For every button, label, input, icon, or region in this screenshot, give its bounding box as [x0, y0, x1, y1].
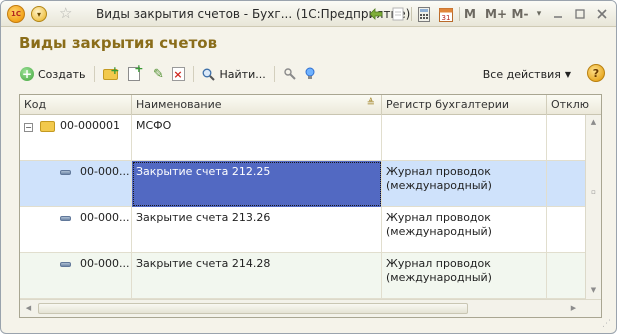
history-back-icon[interactable]: [367, 5, 385, 23]
table-row[interactable]: 00-000... Закрытие счета 212.25 Журнал п…: [20, 161, 585, 207]
svg-text:31: 31: [442, 14, 451, 22]
calendar-icon[interactable]: 31: [437, 5, 455, 23]
all-actions-label: Все действия: [482, 67, 561, 81]
column-header-register[interactable]: Регистр бухгалтерии: [382, 95, 547, 115]
all-actions-menu[interactable]: Все действия ▼: [483, 62, 571, 86]
memory-m-plus-button[interactable]: M+: [485, 5, 507, 23]
column-header-name[interactable]: Наименование ≜: [132, 95, 382, 115]
create-group-button[interactable]: [100, 64, 121, 84]
cell-name: Закрытие счета 212.25: [132, 161, 382, 207]
cell-register: [382, 115, 547, 161]
tools-icon: [283, 67, 297, 81]
main-menu-icon[interactable]: ▾: [31, 6, 47, 22]
create-button-label: Создать: [38, 67, 86, 81]
app-window: 1С ▾ ☆ Виды закрытия счетов - Бухг... (1…: [0, 0, 617, 334]
cell-code: 00-000...: [20, 253, 132, 299]
column-header-code[interactable]: Код: [20, 95, 132, 115]
collapse-toggle-icon[interactable]: −: [24, 123, 33, 132]
cell-name: Закрытие счета 214.28: [132, 253, 382, 299]
delete-button[interactable]: ×: [169, 64, 188, 84]
help-icon[interactable]: ?: [587, 64, 605, 82]
favorites-star-icon[interactable]: ☆: [59, 4, 72, 22]
find-button-label: Найти...: [219, 67, 266, 81]
lightbulb-icon: [303, 67, 317, 81]
cell-name: МСФО: [132, 115, 382, 161]
vertical-scrollbar[interactable]: ▲ ▫ ▼: [585, 115, 601, 299]
scroll-up-icon[interactable]: ▲: [588, 117, 599, 128]
add-folder-icon: [102, 64, 120, 80]
table-header: Код Наименование ≜ Регистр бухгалтерии О…: [20, 95, 601, 115]
cell-name: Закрытие счета 213.26: [132, 207, 382, 253]
column-header-disabled[interactable]: Отклю: [547, 95, 601, 115]
column-header-name-label: Наименование: [136, 98, 222, 111]
cell-disabled: [547, 161, 585, 207]
cell-disabled: [547, 253, 585, 299]
toolbar-separator: [273, 66, 275, 82]
create-button[interactable]: + Создать: [17, 64, 89, 84]
chevron-down-icon: ▼: [564, 69, 571, 79]
app-logo-icon[interactable]: 1С: [7, 5, 25, 23]
hint-button[interactable]: [300, 64, 320, 84]
more-dropdown-icon[interactable]: ▾: [533, 5, 545, 23]
folder-icon: [40, 121, 55, 132]
plus-circle-icon: +: [20, 67, 34, 81]
find-button[interactable]: Найти...: [199, 64, 269, 84]
row-code: 00-000001: [60, 119, 120, 132]
catalog-item-icon: [60, 216, 71, 221]
title-bar: 1С ▾ ☆ Виды закрытия счетов - Бухг... (1…: [1, 1, 616, 27]
delete-icon: ×: [171, 67, 185, 81]
search-settings-button[interactable]: [280, 64, 300, 84]
horizontal-scrollbar[interactable]: ◀ ▶: [20, 299, 601, 317]
search-icon: [202, 67, 216, 81]
memory-m-minus-button[interactable]: M-: [511, 5, 529, 23]
cell-register: Журнал проводок (международный): [382, 161, 547, 207]
accounts-closing-table[interactable]: Код Наименование ≜ Регистр бухгалтерии О…: [19, 94, 602, 318]
cell-code: 00-000...: [20, 161, 132, 207]
memory-m-button[interactable]: M: [463, 5, 477, 23]
scroll-down-icon[interactable]: ▼: [588, 285, 599, 296]
copy-icon: [127, 62, 144, 81]
cell-register: Журнал проводок (международный): [382, 253, 547, 299]
cell-disabled: [547, 115, 585, 161]
horizontal-scroll-thumb[interactable]: [38, 303, 468, 314]
sort-ascending-icon: ≜: [366, 98, 375, 109]
table-row[interactable]: − 00-000001 МСФО: [20, 115, 585, 161]
table-row[interactable]: 00-000... Закрытие счета 214.28 Журнал п…: [20, 253, 585, 299]
toolbar-separator: [93, 66, 95, 82]
window-title: Виды закрытия счетов - Бухг... (1С:Предп…: [96, 7, 411, 21]
row-code: 00-000...: [80, 165, 130, 178]
close-icon[interactable]: [593, 5, 611, 23]
toolbar-separator: [411, 7, 412, 21]
doc-icon[interactable]: [389, 5, 407, 23]
table-row[interactable]: 00-000... Закрытие счета 213.26 Журнал п…: [20, 207, 585, 253]
catalog-item-icon: [60, 262, 71, 267]
cell-code: 00-000...: [20, 207, 132, 253]
page-title: Виды закрытия счетов: [19, 34, 218, 52]
resize-grip-icon[interactable]: ⋰: [602, 319, 612, 329]
cell-code: − 00-000001: [20, 115, 132, 161]
toolbar-separator: [192, 66, 194, 82]
command-bar: + Создать ✎ × Найти...: [17, 62, 607, 86]
cell-register: Журнал проводок (международный): [382, 207, 547, 253]
row-code: 00-000...: [80, 257, 130, 270]
scroll-right-icon[interactable]: ▶: [568, 303, 579, 314]
minimize-icon[interactable]: [549, 5, 567, 23]
catalog-item-icon: [60, 170, 71, 175]
toolbar-separator: [459, 7, 460, 21]
cell-disabled: [547, 207, 585, 253]
scroll-left-icon[interactable]: ◀: [23, 303, 34, 314]
scroll-position-icon: ▫: [591, 188, 596, 196]
calculator-icon[interactable]: [415, 5, 433, 23]
row-code: 00-000...: [80, 211, 130, 224]
pencil-icon: ✎: [153, 66, 164, 82]
edit-button[interactable]: ✎: [149, 64, 169, 84]
copy-button[interactable]: [125, 62, 144, 84]
maximize-icon[interactable]: [571, 5, 589, 23]
